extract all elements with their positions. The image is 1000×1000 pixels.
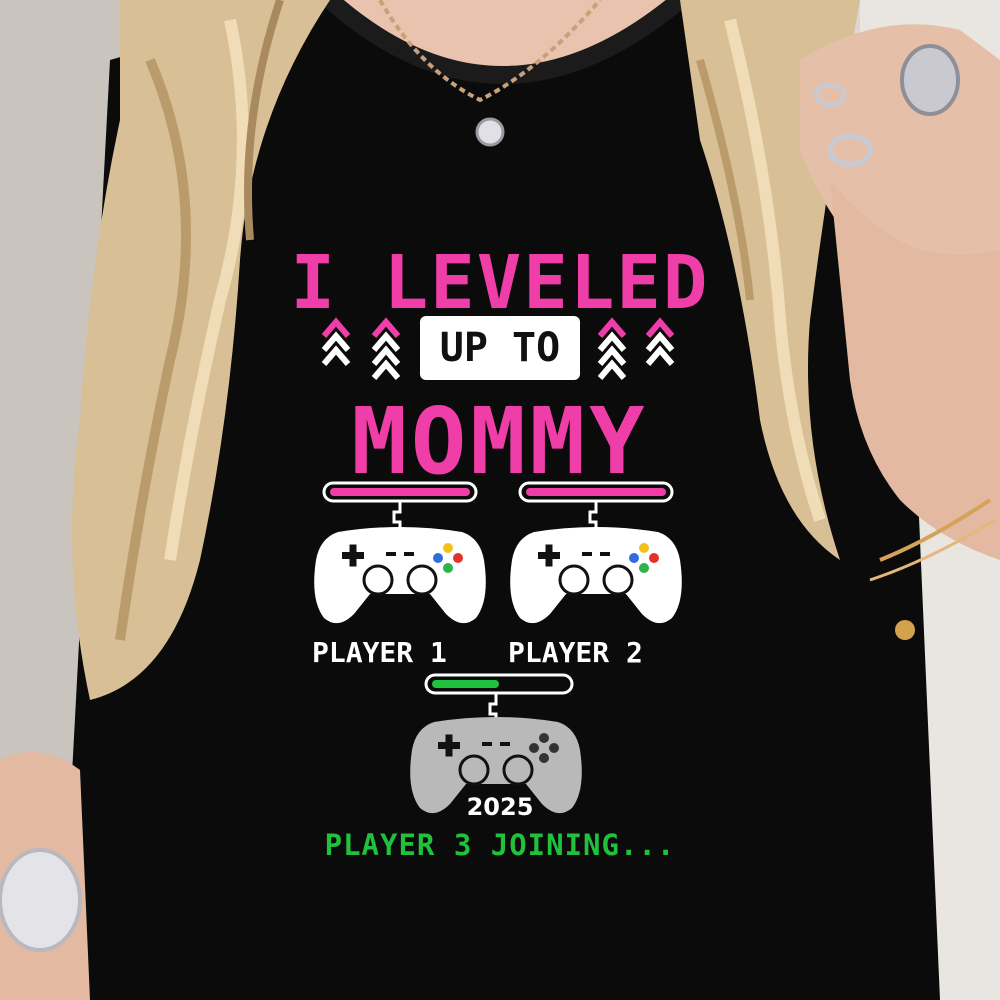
player3-label: PLAYER 3 JOINING... bbox=[324, 828, 676, 862]
headline-line1: I LEVELED bbox=[290, 240, 710, 326]
headline-line3: MOMMY bbox=[351, 388, 649, 495]
player2-label: PLAYER 2 bbox=[508, 636, 643, 669]
ring-icon bbox=[0, 848, 82, 952]
bracelet-charm-icon bbox=[895, 620, 915, 640]
ring-icon bbox=[900, 44, 960, 116]
headline-line2: UP TO bbox=[439, 325, 561, 371]
player1-label: PLAYER 1 bbox=[312, 636, 447, 669]
year-label: 2025 bbox=[466, 793, 534, 821]
necklace-pendant-icon bbox=[475, 117, 505, 147]
